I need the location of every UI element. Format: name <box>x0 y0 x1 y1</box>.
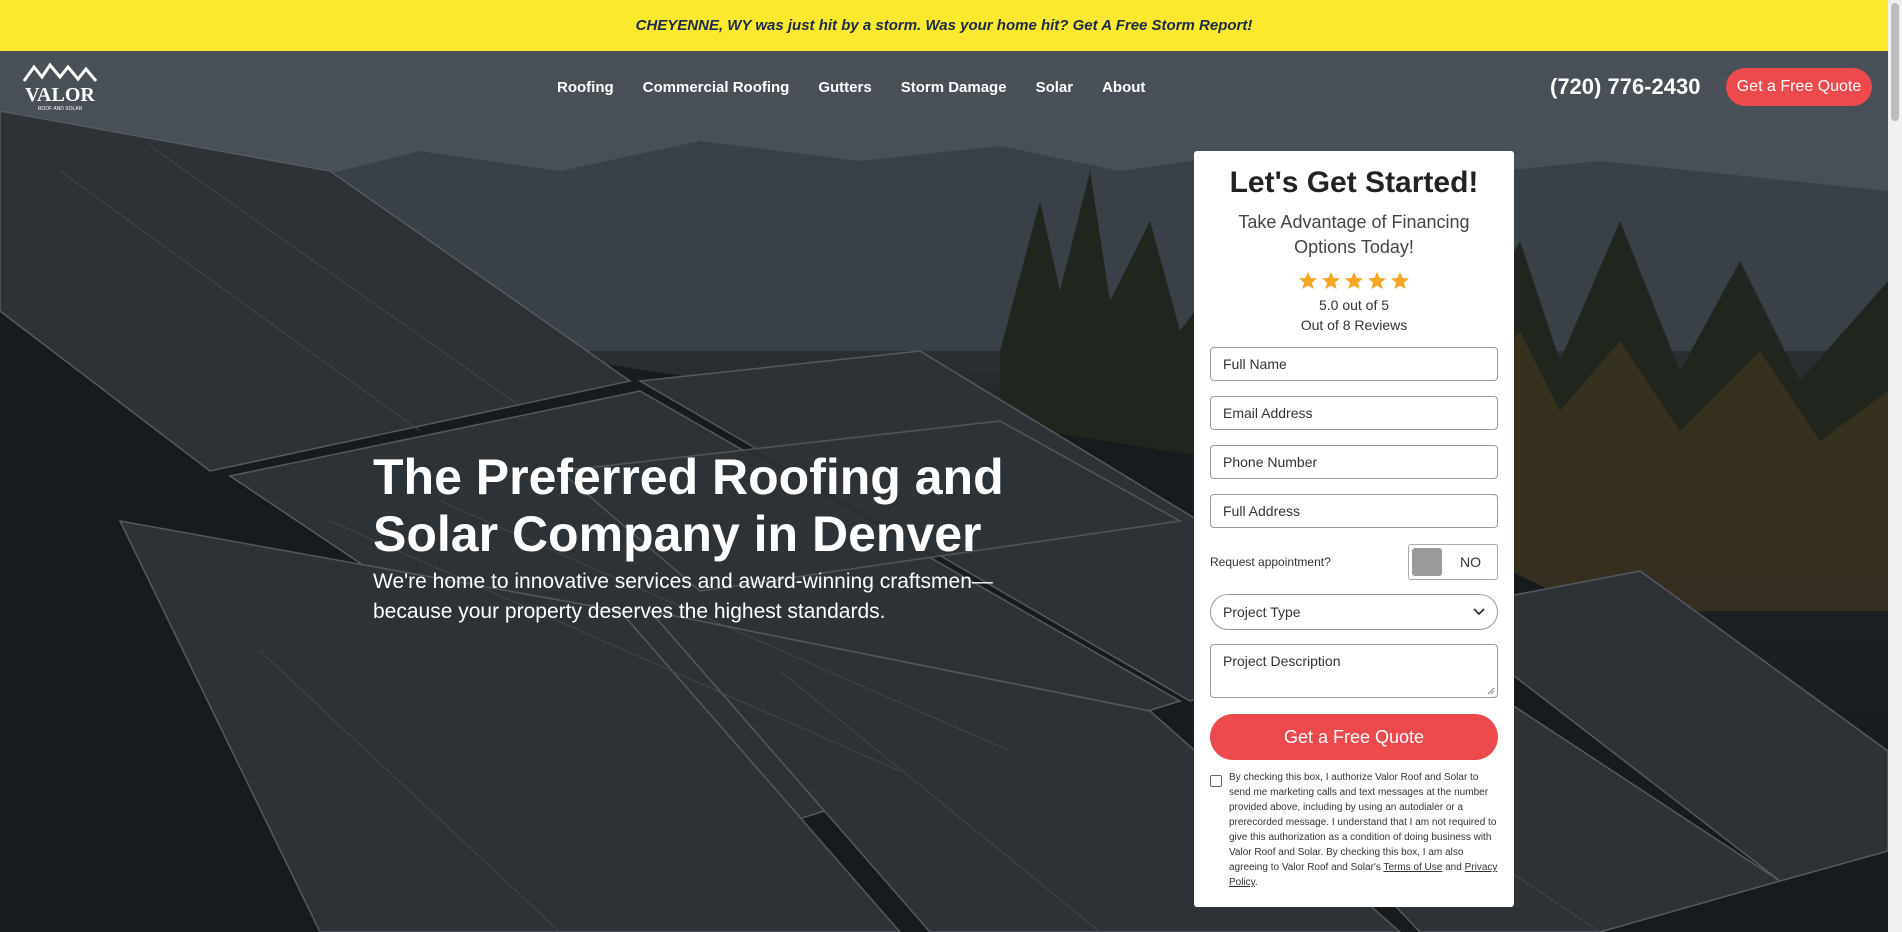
consent-checkbox[interactable] <box>1210 775 1222 787</box>
valor-logo[interactable]: VALOR ROOF AND SOLAR <box>16 61 104 113</box>
terms-of-use-link[interactable]: Terms of Use <box>1383 862 1442 873</box>
form-title: Let's Get Started! <box>1229 166 1479 199</box>
nav-about[interactable]: About <box>1102 79 1145 96</box>
valor-logo-mark: VALOR ROOF AND SOLAR <box>22 62 98 112</box>
consent-period: . <box>1254 877 1258 888</box>
review-count: Out of 8 Reviews <box>1300 317 1408 333</box>
appointment-toggle[interactable]: NO <box>1408 544 1498 580</box>
address-field[interactable]: Full Address <box>1210 494 1498 528</box>
rating-score: 5.0 out of 5 <box>1318 297 1390 313</box>
site-header: VALOR ROOF AND SOLAR Roofing Commercial … <box>0 51 1888 123</box>
announcement-banner[interactable]: CHEYENNE, WY was just hit by a storm. Wa… <box>0 0 1888 51</box>
consent-text: By checking this box, I authorize Valor … <box>1229 772 1497 873</box>
appointment-row: Request appointment? NO <box>1210 544 1498 580</box>
project-description-field[interactable]: Project Description <box>1210 644 1498 698</box>
main-nav: Roofing Commercial Roofing Gutters Storm… <box>557 51 1174 123</box>
hero-headline: The Preferred Roofing and Solar Company … <box>373 449 1004 562</box>
consent-and: and <box>1445 862 1462 873</box>
appointment-label: Request appointment? <box>1210 555 1331 569</box>
consent-text-block: By checking this box, I authorize Valor … <box>1229 770 1498 890</box>
nav-storm-damage[interactable]: Storm Damage <box>901 79 1007 96</box>
logo-text: VALOR <box>25 84 95 106</box>
consent-section: By checking this box, I authorize Valor … <box>1210 770 1498 890</box>
star-icon <box>1299 272 1317 289</box>
scrollbar-thumb[interactable] <box>1891 3 1899 121</box>
quote-form-card: Let's Get Started! Take Advantage of Fin… <box>1194 151 1514 907</box>
hero-subhead: We're home to innovative services and aw… <box>373 570 993 623</box>
project-type-value: Project Type <box>1223 604 1301 620</box>
toggle-state: NO <box>1460 554 1481 570</box>
full-name-field[interactable]: Full Name <box>1210 347 1498 381</box>
phone-number-link[interactable]: (720) 776-2430 <box>1550 74 1700 100</box>
star-icon <box>1368 272 1386 289</box>
star-icon <box>1322 272 1340 289</box>
nav-solar[interactable]: Solar <box>1036 79 1074 96</box>
nav-roofing[interactable]: Roofing <box>557 79 614 96</box>
star-icon <box>1391 272 1409 289</box>
email-field[interactable]: Email Address <box>1210 396 1498 430</box>
logo-subtext: ROOF AND SOLAR <box>38 106 83 112</box>
star-icon <box>1345 272 1363 289</box>
nav-commercial-roofing[interactable]: Commercial Roofing <box>643 79 790 96</box>
submit-quote-button[interactable]: Get a Free Quote <box>1210 714 1498 760</box>
project-description-placeholder: Project Description <box>1223 653 1341 669</box>
phone-field[interactable]: Phone Number <box>1210 445 1498 479</box>
header-quote-button[interactable]: Get a Free Quote <box>1726 68 1872 106</box>
project-type-select[interactable]: Project Type <box>1210 594 1498 630</box>
page-scrollbar[interactable] <box>1888 0 1902 932</box>
nav-gutters[interactable]: Gutters <box>818 79 871 96</box>
form-fields: Full Name Email Address Phone Number Ful… <box>1210 347 1498 528</box>
chevron-down-icon <box>1473 608 1485 616</box>
toggle-knob <box>1412 548 1442 576</box>
resize-handle-icon[interactable] <box>1487 687 1495 695</box>
announcement-text[interactable]: CHEYENNE, WY was just hit by a storm. Wa… <box>636 17 1253 34</box>
form-subtitle: Take Advantage of Financing Options Toda… <box>1238 212 1470 257</box>
rating-stars <box>1210 271 1498 291</box>
